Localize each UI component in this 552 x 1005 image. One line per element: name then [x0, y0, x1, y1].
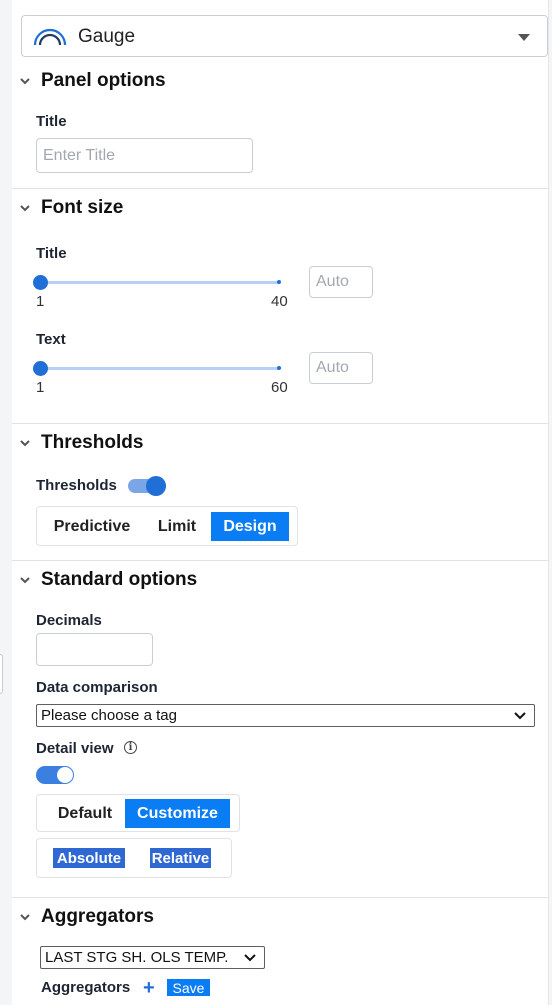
info-icon[interactable]: i: [124, 741, 137, 754]
slider-track: [40, 281, 280, 284]
slider-track: [40, 367, 280, 370]
divider: [12, 560, 549, 561]
section-standard-options[interactable]: Standard options: [18, 569, 197, 591]
scale-absolute-button[interactable]: Absolute: [53, 848, 125, 868]
collapsed-panel-edge[interactable]: [0, 654, 3, 694]
title-font-slider[interactable]: [33, 275, 281, 291]
toggle-knob: [57, 767, 73, 783]
slider-thumb[interactable]: [33, 361, 48, 376]
mode-predictive-button[interactable]: Predictive: [45, 512, 139, 541]
aggregator-tag-select[interactable]: LAST STG SH. OLS TEMP.: [40, 946, 265, 969]
divider: [12, 188, 549, 189]
aggregators-label: Aggregators: [41, 979, 131, 996]
decimals-input[interactable]: [36, 633, 153, 666]
title-font-auto-input[interactable]: [309, 266, 373, 298]
scale-mode-group: Absolute Relative: [36, 838, 232, 878]
font-text-label: Text: [36, 331, 66, 348]
slider-max-label: 40: [271, 293, 288, 310]
slider-min-label: 1: [36, 293, 45, 310]
section-thresholds[interactable]: Thresholds: [18, 432, 143, 454]
toggle-knob: [146, 476, 166, 496]
slider-thumb[interactable]: [33, 275, 48, 290]
section-title: Standard options: [41, 569, 198, 590]
chevron-down-icon: [244, 954, 256, 962]
chevron-down-icon: [20, 78, 30, 85]
view-default-button[interactable]: Default: [45, 799, 125, 828]
slider-max-label: 60: [271, 379, 288, 396]
section-title: Thresholds: [41, 432, 144, 453]
section-title: Font size: [41, 197, 124, 218]
select-value: LAST STG SH. OLS TEMP.: [45, 949, 229, 966]
divider: [12, 897, 549, 898]
plus-icon[interactable]: +: [143, 978, 155, 998]
save-button[interactable]: Save: [167, 979, 210, 996]
section-title: Panel options: [41, 70, 166, 91]
divider: [12, 423, 549, 424]
thresholds-toggle[interactable]: [128, 476, 168, 496]
title-input[interactable]: [36, 138, 253, 173]
detail-view-label: Detail view: [36, 740, 114, 757]
slider-min-label: 1: [36, 379, 45, 396]
section-font-size[interactable]: Font size: [18, 197, 123, 219]
view-mode-group: Default Customize: [36, 794, 240, 832]
chevron-down-icon: [514, 712, 526, 720]
mode-limit-button[interactable]: Limit: [147, 512, 207, 541]
scale-relative-button[interactable]: Relative: [150, 848, 211, 868]
section-title: Aggregators: [41, 906, 154, 927]
slider-end-dot: [277, 280, 281, 284]
slider-end-dot: [277, 366, 281, 370]
text-font-auto-input[interactable]: [309, 352, 373, 384]
title-label: Title: [36, 113, 67, 130]
panel-type-label: Gauge: [78, 26, 136, 47]
chevron-down-icon: [20, 577, 30, 584]
caret-down-icon: [518, 34, 530, 41]
panel-type-select[interactable]: Gauge: [21, 15, 548, 57]
section-aggregators[interactable]: Aggregators: [18, 906, 154, 928]
data-comparison-select[interactable]: Please choose a tag: [36, 704, 535, 727]
view-customize-button[interactable]: Customize: [125, 799, 230, 828]
select-value: Please choose a tag: [41, 707, 177, 724]
chevron-down-icon: [20, 205, 30, 212]
chevron-down-icon: [20, 914, 30, 921]
data-comparison-label: Data comparison: [36, 679, 158, 696]
gauge-icon: [33, 28, 67, 46]
mode-design-button[interactable]: Design: [211, 512, 289, 541]
detail-view-toggle[interactable]: [36, 765, 76, 785]
text-font-slider[interactable]: [33, 361, 281, 377]
section-panel-options[interactable]: Panel options: [18, 70, 166, 92]
thresholds-toggle-label: Thresholds: [36, 477, 117, 494]
font-title-label: Title: [36, 245, 67, 262]
chevron-down-icon: [20, 440, 30, 447]
threshold-mode-group: Predictive Limit Design: [36, 506, 298, 546]
decimals-label: Decimals: [36, 612, 102, 629]
